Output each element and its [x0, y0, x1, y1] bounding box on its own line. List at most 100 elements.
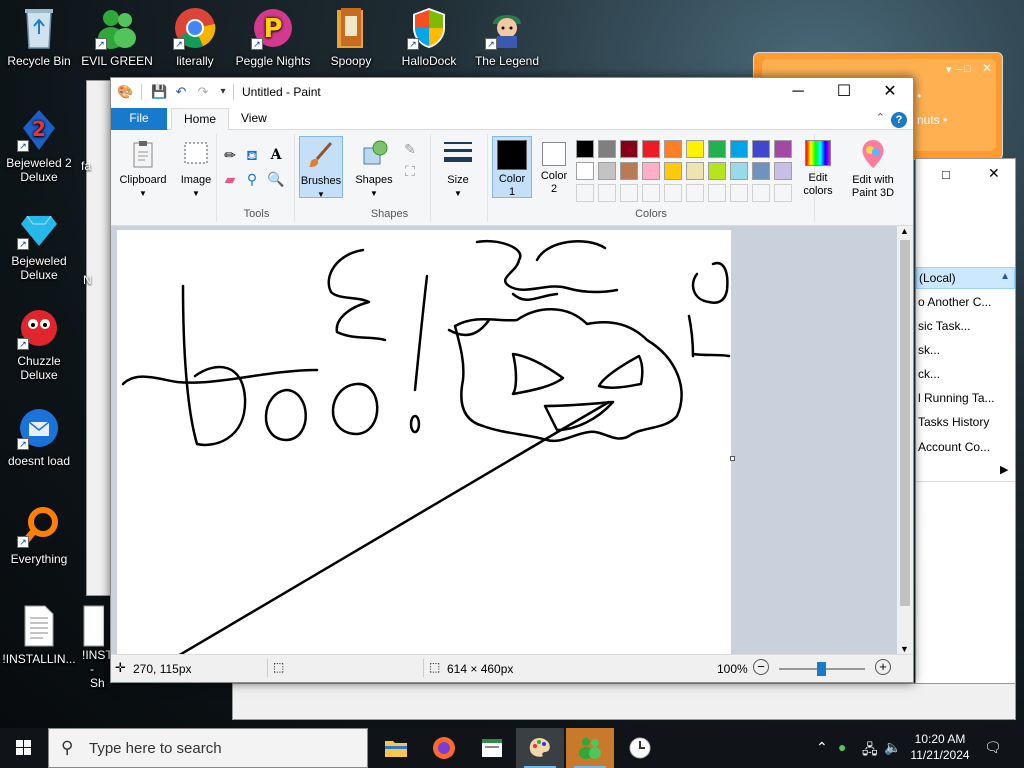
services-list-item[interactable]: Tasks History — [918, 415, 1014, 429]
services-tree-header[interactable]: (Local) ▲ — [916, 267, 1015, 289]
taskbar-firefox[interactable] — [420, 728, 468, 768]
outline-icon[interactable]: ✎ — [401, 140, 419, 158]
color-picker-icon[interactable]: ⚲ — [243, 170, 261, 188]
services-list-item[interactable]: Account Co... — [918, 440, 1014, 454]
palette-swatch[interactable] — [774, 162, 792, 180]
buddy-tray-icon[interactable]: ● — [838, 739, 846, 755]
palette-swatch[interactable] — [686, 184, 704, 202]
palette-swatch[interactable] — [752, 140, 770, 158]
taskbar-file-explorer[interactable] — [372, 728, 420, 768]
volume-icon[interactable]: 🔈 — [884, 739, 901, 756]
palette-swatch[interactable] — [708, 140, 726, 158]
desktop-icon-evil-green[interactable]: ↗ EVIL GREEN — [78, 6, 156, 68]
tab-view[interactable]: View — [229, 108, 279, 130]
network-icon[interactable]: 🖧 — [862, 739, 878, 763]
search-box[interactable]: ⚲ Type here to search — [48, 728, 368, 768]
scroll-up-icon[interactable]: ▲ — [900, 226, 909, 236]
chevron-up-icon[interactable]: ⌃ — [816, 739, 828, 756]
palette-swatch[interactable] — [620, 162, 638, 180]
desktop-icon-bejeweled2[interactable]: 2 ↗ Bejeweled 2 Deluxe — [0, 108, 78, 184]
palette-swatch[interactable] — [642, 162, 660, 180]
canvas-workspace[interactable] — [111, 226, 897, 654]
desktop-icon-hallodock[interactable]: ↗ HalloDock — [390, 6, 468, 68]
canvas-resize-handle[interactable] — [730, 456, 735, 461]
clipboard-button[interactable]: Clipboard ▼ — [115, 136, 171, 200]
collapse-ribbon-icon[interactable]: ⌃ — [876, 111, 885, 124]
palette-swatch[interactable] — [642, 184, 660, 202]
zoom-in-icon[interactable]: + — [875, 659, 891, 675]
desktop-icon-installing[interactable]: !INSTALLIN... — [0, 604, 78, 666]
desktop-icon-recycle-bin[interactable]: Recycle Bin — [0, 6, 78, 68]
palette-swatch[interactable] — [686, 162, 704, 180]
desktop-icon-installing-2[interactable]: !INST - Sh — [80, 604, 110, 690]
clock[interactable]: 10:20 AM 11/21/2024 — [905, 731, 975, 763]
services-list-item[interactable]: sk... — [918, 343, 1014, 357]
fill-shape-icon[interactable]: ⛶ — [401, 162, 419, 180]
maximize-icon[interactable]: □ — [964, 63, 971, 75]
scroll-down-icon[interactable]: ▼ — [900, 644, 909, 654]
start-button[interactable] — [0, 728, 48, 768]
services-window[interactable]: □ ✕ (Local) ▲ o Another C... sic Task...… — [915, 158, 1016, 698]
maximize-button[interactable]: ☐ — [821, 78, 867, 106]
maximize-icon[interactable]: □ — [942, 167, 950, 182]
minimize-icon[interactable]: ▾ ─ — [946, 63, 962, 76]
help-icon[interactable]: ? — [891, 112, 907, 128]
close-button[interactable]: ✕ — [867, 78, 913, 106]
palette-swatch[interactable] — [598, 184, 616, 202]
title-bar[interactable]: 🎨 💾 ↶ ↷ ▾ Untitled - Paint ─ ☐ ✕ — [111, 78, 913, 106]
palette-swatch[interactable] — [752, 162, 770, 180]
edit-colors-button[interactable]: Edit colors — [796, 136, 840, 198]
palette-swatch[interactable] — [620, 140, 638, 158]
services-list-item[interactable]: sic Task... — [918, 319, 1014, 333]
desktop-icon-the-legend[interactable]: ↗ The Legend — [468, 6, 546, 68]
chevron-right-icon[interactable]: ▶ — [1000, 463, 1008, 476]
edit-paint3d-button[interactable]: Edit with Paint 3D — [845, 136, 901, 200]
drawing-canvas[interactable] — [117, 230, 735, 654]
services-list-item[interactable]: l Running Ta... — [918, 391, 1014, 405]
shapes-button[interactable]: Shapes ▼ — [351, 136, 397, 200]
customize-qa-icon[interactable]: ▾ — [215, 84, 231, 100]
paint-window[interactable]: 🎨 💾 ↶ ↷ ▾ Untitled - Paint ─ ☐ ✕ File Ho… — [110, 77, 914, 683]
taskbar-paint[interactable] — [516, 728, 564, 768]
fill-icon[interactable]: ⛾ — [243, 146, 261, 164]
tab-file[interactable]: File — [111, 108, 167, 130]
services-list-item[interactable]: o Another C... — [918, 295, 1014, 309]
vertical-scrollbar[interactable]: ▲ ▼ — [897, 226, 913, 654]
tab-home[interactable]: Home — [171, 108, 230, 130]
eraser-icon[interactable]: ▰ — [221, 170, 239, 188]
image-button[interactable]: Image ▼ — [177, 136, 215, 200]
undo-icon[interactable]: ↶ — [173, 84, 189, 100]
close-icon[interactable]: ✕ — [988, 165, 1000, 182]
text-icon[interactable]: A — [267, 146, 285, 164]
zoom-slider[interactable] — [779, 662, 865, 676]
palette-swatch[interactable] — [730, 184, 748, 202]
minimize-button[interactable]: ─ — [775, 78, 821, 106]
palette-swatch[interactable] — [598, 140, 616, 158]
taskbar-clock-app[interactable] — [616, 728, 664, 768]
palette-swatch[interactable] — [708, 184, 726, 202]
magnifier-icon[interactable]: 🔍 — [267, 170, 285, 188]
palette-swatch[interactable] — [598, 162, 616, 180]
brushes-button[interactable]: Brushes ▼ — [299, 136, 343, 199]
palette-swatch[interactable] — [664, 140, 682, 158]
color1-button[interactable]: Color 1 — [492, 136, 532, 198]
palette-swatch[interactable] — [730, 162, 748, 180]
desktop-icon-peggle-nights[interactable]: P ↗ Peggle Nights — [234, 6, 312, 68]
close-icon[interactable]: ✕ — [982, 61, 992, 75]
palette-swatch[interactable] — [576, 162, 594, 180]
desktop-icon-bejeweled[interactable]: ↗ Bejeweled Deluxe — [0, 206, 78, 282]
desktop-icon-chuzzle[interactable]: ↗ Chuzzle Deluxe — [0, 306, 78, 382]
notifications-icon[interactable]: 🗨 — [984, 739, 1002, 756]
palette-swatch[interactable] — [576, 140, 594, 158]
services-list-item[interactable]: ck... — [918, 367, 1014, 381]
palette-swatch[interactable] — [774, 140, 792, 158]
desktop-icon-everything[interactable]: ↗ Everything — [0, 504, 78, 566]
size-button[interactable]: Size ▼ — [437, 136, 479, 200]
pencil-icon[interactable]: ✏ — [221, 146, 239, 164]
redo-icon[interactable]: ↷ — [195, 84, 211, 100]
palette-swatch[interactable] — [642, 140, 660, 158]
palette-swatch[interactable] — [708, 162, 726, 180]
palette-swatch[interactable] — [620, 184, 638, 202]
taskbar-app[interactable] — [468, 728, 516, 768]
zoom-out-icon[interactable]: − — [753, 659, 769, 675]
